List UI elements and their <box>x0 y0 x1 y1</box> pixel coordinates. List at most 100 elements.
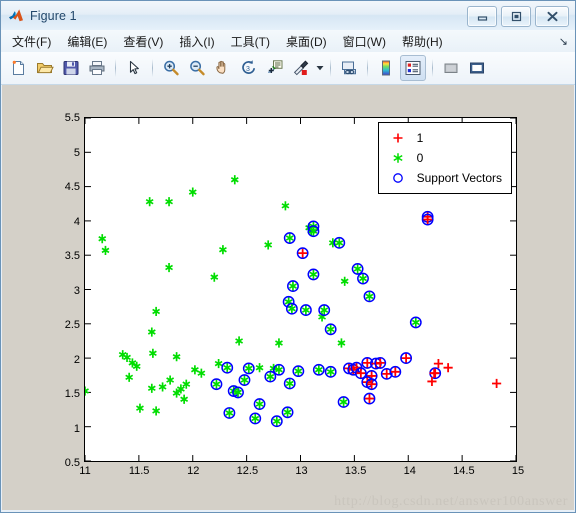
asterisk-marker <box>411 317 420 328</box>
legend-label-support-vectors: Support Vectors <box>416 171 502 185</box>
y-tick-label: 1 <box>73 422 80 435</box>
asterisk-marker <box>223 363 232 373</box>
asterisk-marker <box>365 291 374 301</box>
asterisk-marker <box>285 378 294 389</box>
menu-help[interactable]: 帮助(H) <box>395 31 450 52</box>
plus-marker <box>433 359 443 369</box>
asterisk-marker <box>125 372 134 382</box>
edit-plot-pointer-icon[interactable] <box>122 56 146 80</box>
window-controls <box>467 6 569 27</box>
asterisk-marker <box>188 187 197 197</box>
asterisk-marker <box>255 399 264 409</box>
x-tick-label: 12 <box>187 465 200 477</box>
title-bar: Figure 1 <box>1 1 575 31</box>
asterisk-marker <box>165 262 173 273</box>
close-button[interactable] <box>535 6 569 27</box>
new-figure-icon[interactable] <box>7 56 31 80</box>
colorbar-icon[interactable] <box>374 56 398 80</box>
asterisk-marker <box>251 413 260 424</box>
zoom-in-icon[interactable] <box>159 56 183 80</box>
asterisk-marker <box>264 240 273 250</box>
asterisk-marker <box>340 276 349 286</box>
asterisk-marker <box>85 386 89 396</box>
circle-marker-icon <box>385 170 411 186</box>
menu-file[interactable]: 文件(F) <box>5 31 58 52</box>
legend-icon[interactable] <box>400 55 426 81</box>
data-cursor-icon[interactable] <box>263 56 287 80</box>
zoom-out-icon[interactable] <box>185 56 209 80</box>
legend-entry-class1: 1 <box>385 128 502 148</box>
separator-4 <box>367 59 368 77</box>
menu-window[interactable]: 窗口(W) <box>336 31 393 52</box>
series-support-vectors <box>210 210 442 428</box>
asterisk-marker <box>285 233 294 243</box>
menu-insert[interactable]: 插入(I) <box>172 31 221 52</box>
y-tick-label: 4 <box>73 215 80 228</box>
plot-axes: 0.5 1 1.5 2 2.5 3 3.5 4 4.5 5 5.5 11 11.5 12 12.5 13 13… <box>65 112 524 477</box>
asterisk-marker <box>98 234 107 244</box>
menu-edit[interactable]: 编辑(E) <box>60 31 114 52</box>
brush-dropdown-arrow-icon[interactable] <box>314 56 325 80</box>
asterisk-marker <box>152 306 161 317</box>
status-bar <box>2 510 574 512</box>
asterisk-marker <box>255 363 264 373</box>
matlab-figure-window: Figure 1 文件(F) 编辑(E) 查看(V) 插入(I) 工具(T) 桌… <box>0 0 576 513</box>
maximize-button[interactable] <box>501 6 531 27</box>
legend-entry-class0: 0 <box>385 148 502 168</box>
minimize-button[interactable] <box>467 6 497 27</box>
pan-icon[interactable] <box>211 56 235 80</box>
asterisk-marker <box>152 406 161 416</box>
asterisk-marker <box>314 365 323 375</box>
y-tick-label: 3 <box>73 284 80 297</box>
menu-view[interactable]: 查看(V) <box>116 31 170 52</box>
print-figure-icon[interactable] <box>85 56 109 80</box>
rotate-3d-icon[interactable]: 3 <box>237 56 261 80</box>
svg-text:3: 3 <box>246 66 250 73</box>
asterisk-marker <box>148 348 157 358</box>
asterisk-marker <box>326 324 335 334</box>
asterisk-marker <box>180 394 189 404</box>
y-tick-label: 2 <box>73 353 80 366</box>
link-plot-icon[interactable] <box>337 56 361 80</box>
legend-label-class1: 1 <box>416 131 424 145</box>
asterisk-marker <box>283 407 292 417</box>
asterisk-marker <box>240 375 249 385</box>
plus-marker-icon <box>385 130 411 146</box>
menu-desktop[interactable]: 桌面(D) <box>279 31 334 52</box>
asterisk-marker <box>275 338 283 348</box>
asterisk-marker <box>294 366 303 376</box>
asterisk-marker <box>335 238 344 248</box>
asterisk-marker <box>230 175 239 185</box>
asterisk-marker <box>212 379 221 389</box>
save-figure-icon[interactable] <box>59 56 83 80</box>
x-tick-label: 14.5 <box>453 465 475 477</box>
separator-3 <box>330 59 331 77</box>
menu-overflow-arrow-icon[interactable]: ↘ <box>559 35 568 48</box>
window-title: Figure 1 <box>30 8 77 23</box>
asterisk-marker <box>197 368 206 378</box>
show-plot-tools-icon[interactable] <box>465 56 489 80</box>
y-tick-label: 5 <box>73 146 80 159</box>
hide-plot-tools-icon[interactable] <box>439 56 463 80</box>
asterisk-marker-icon <box>385 150 411 166</box>
asterisk-marker <box>289 281 297 291</box>
asterisk-marker <box>235 336 244 346</box>
figure-canvas: 0.5 1 1.5 2 2.5 3 3.5 4 4.5 5 5.5 11 11.5 12 12.5 13 13… <box>2 85 574 511</box>
asterisk-marker <box>166 375 175 385</box>
asterisk-marker <box>214 359 223 369</box>
asterisk-marker <box>244 363 253 373</box>
series-class-1 <box>427 359 502 389</box>
separator-1 <box>115 59 116 77</box>
menu-bar: 文件(F) 编辑(E) 查看(V) 插入(I) 工具(T) 桌面(D) 窗口(W… <box>1 30 575 53</box>
open-file-icon[interactable] <box>33 56 57 80</box>
asterisk-marker <box>210 272 219 282</box>
brush-icon[interactable] <box>289 56 313 80</box>
asterisk-marker <box>272 416 281 426</box>
tool-bar: 3 <box>1 52 575 85</box>
asterisk-marker <box>326 367 335 377</box>
x-tick-label: 11.5 <box>128 465 150 477</box>
y-tick-label: 5.5 <box>64 112 80 124</box>
asterisk-marker <box>165 197 173 207</box>
separator-5 <box>432 59 433 77</box>
menu-tools[interactable]: 工具(T) <box>224 31 277 52</box>
